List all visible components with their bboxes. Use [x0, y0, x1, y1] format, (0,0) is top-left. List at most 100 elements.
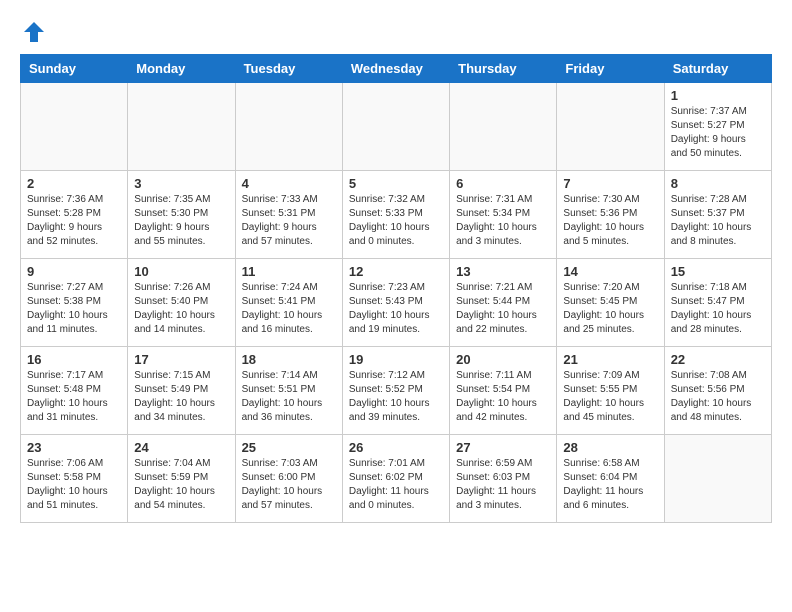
calendar-table: SundayMondayTuesdayWednesdayThursdayFrid… — [20, 54, 772, 523]
day-info: Sunrise: 7:11 AM Sunset: 5:54 PM Dayligh… — [456, 369, 550, 425]
page-header — [20, 20, 772, 44]
day-number: 7 — [563, 176, 657, 191]
logo-icon — [22, 20, 46, 44]
calendar-cell: 14 Sunrise: 7:20 AM Sunset: 5:45 PM Dayli… — [557, 259, 664, 347]
day-info: Sunrise: 7:27 AM Sunset: 5:38 PM Dayligh… — [27, 281, 121, 337]
day-info: Sunrise: 7:36 AM Sunset: 5:28 PM Dayligh… — [27, 193, 121, 249]
day-info: Sunrise: 7:08 AM Sunset: 5:56 PM Dayligh… — [671, 369, 765, 425]
calendar-cell: 9 Sunrise: 7:27 AM Sunset: 5:38 PM Daylig… — [21, 259, 128, 347]
day-number: 1 — [671, 88, 765, 103]
day-number: 24 — [134, 440, 228, 455]
week-row-1: 1 Sunrise: 7:37 AM Sunset: 5:27 PM Daylig… — [21, 83, 772, 171]
weekday-header-row: SundayMondayTuesdayWednesdayThursdayFrid… — [21, 55, 772, 83]
calendar-cell: 13 Sunrise: 7:21 AM Sunset: 5:44 PM Dayli… — [450, 259, 557, 347]
calendar-cell — [557, 83, 664, 171]
calendar-cell: 12 Sunrise: 7:23 AM Sunset: 5:43 PM Dayli… — [342, 259, 449, 347]
day-number: 15 — [671, 264, 765, 279]
weekday-header-sunday: Sunday — [21, 55, 128, 83]
calendar-cell — [128, 83, 235, 171]
day-info: Sunrise: 7:32 AM Sunset: 5:33 PM Dayligh… — [349, 193, 443, 249]
day-info: Sunrise: 7:18 AM Sunset: 5:47 PM Dayligh… — [671, 281, 765, 337]
calendar-cell: 15 Sunrise: 7:18 AM Sunset: 5:47 PM Dayli… — [664, 259, 771, 347]
day-info: Sunrise: 7:20 AM Sunset: 5:45 PM Dayligh… — [563, 281, 657, 337]
calendar-cell: 6 Sunrise: 7:31 AM Sunset: 5:34 PM Daylig… — [450, 171, 557, 259]
logo — [20, 20, 46, 44]
day-number: 13 — [456, 264, 550, 279]
calendar-cell: 25Sunrise: 7:03 AM Sunset: 6:00 PM Dayli… — [235, 435, 342, 523]
day-number: 10 — [134, 264, 228, 279]
calendar-cell: 5 Sunrise: 7:32 AM Sunset: 5:33 PM Daylig… — [342, 171, 449, 259]
weekday-header-friday: Friday — [557, 55, 664, 83]
week-row-5: 23Sunrise: 7:06 AM Sunset: 5:58 PM Dayli… — [21, 435, 772, 523]
day-number: 4 — [242, 176, 336, 191]
day-info: Sunrise: 7:23 AM Sunset: 5:43 PM Dayligh… — [349, 281, 443, 337]
day-info: Sunrise: 7:24 AM Sunset: 5:41 PM Dayligh… — [242, 281, 336, 337]
day-number: 23 — [27, 440, 121, 455]
day-info: Sunrise: 7:30 AM Sunset: 5:36 PM Dayligh… — [563, 193, 657, 249]
day-info: Sunrise: 7:15 AM Sunset: 5:49 PM Dayligh… — [134, 369, 228, 425]
day-info: Sunrise: 7:33 AM Sunset: 5:31 PM Dayligh… — [242, 193, 336, 249]
calendar-cell: 18Sunrise: 7:14 AM Sunset: 5:51 PM Dayli… — [235, 347, 342, 435]
calendar-cell: 26 Sunrise: 7:01 AM Sunset: 6:02 PM Dayli… — [342, 435, 449, 523]
week-row-4: 16Sunrise: 7:17 AM Sunset: 5:48 PM Dayli… — [21, 347, 772, 435]
day-number: 11 — [242, 264, 336, 279]
day-info: Sunrise: 6:59 AM Sunset: 6:03 PM Dayligh… — [456, 457, 550, 513]
calendar-cell: 11 Sunrise: 7:24 AM Sunset: 5:41 PM Dayli… — [235, 259, 342, 347]
day-number: 2 — [27, 176, 121, 191]
calendar-cell — [450, 83, 557, 171]
calendar-cell: 28 Sunrise: 6:58 AM Sunset: 6:04 PM Dayli… — [557, 435, 664, 523]
calendar-cell: 16Sunrise: 7:17 AM Sunset: 5:48 PM Dayli… — [21, 347, 128, 435]
day-number: 22 — [671, 352, 765, 367]
day-info: Sunrise: 7:14 AM Sunset: 5:51 PM Dayligh… — [242, 369, 336, 425]
day-number: 16 — [27, 352, 121, 367]
calendar-cell: 10 Sunrise: 7:26 AM Sunset: 5:40 PM Dayli… — [128, 259, 235, 347]
week-row-2: 2 Sunrise: 7:36 AM Sunset: 5:28 PM Daylig… — [21, 171, 772, 259]
calendar-cell: 27 Sunrise: 6:59 AM Sunset: 6:03 PM Dayli… — [450, 435, 557, 523]
day-number: 5 — [349, 176, 443, 191]
day-number: 9 — [27, 264, 121, 279]
day-info: Sunrise: 7:31 AM Sunset: 5:34 PM Dayligh… — [456, 193, 550, 249]
day-info: Sunrise: 7:03 AM Sunset: 6:00 PM Dayligh… — [242, 457, 336, 513]
calendar-cell — [664, 435, 771, 523]
weekday-header-tuesday: Tuesday — [235, 55, 342, 83]
day-info: Sunrise: 7:12 AM Sunset: 5:52 PM Dayligh… — [349, 369, 443, 425]
weekday-header-thursday: Thursday — [450, 55, 557, 83]
day-number: 12 — [349, 264, 443, 279]
day-number: 28 — [563, 440, 657, 455]
day-number: 6 — [456, 176, 550, 191]
calendar-cell: 7 Sunrise: 7:30 AM Sunset: 5:36 PM Daylig… — [557, 171, 664, 259]
day-number: 20 — [456, 352, 550, 367]
calendar-cell: 8Sunrise: 7:28 AM Sunset: 5:37 PM Daylig… — [664, 171, 771, 259]
day-info: Sunrise: 7:01 AM Sunset: 6:02 PM Dayligh… — [349, 457, 443, 513]
day-number: 21 — [563, 352, 657, 367]
week-row-3: 9 Sunrise: 7:27 AM Sunset: 5:38 PM Daylig… — [21, 259, 772, 347]
day-info: Sunrise: 7:35 AM Sunset: 5:30 PM Dayligh… — [134, 193, 228, 249]
weekday-header-wednesday: Wednesday — [342, 55, 449, 83]
day-info: Sunrise: 7:09 AM Sunset: 5:55 PM Dayligh… — [563, 369, 657, 425]
calendar-cell: 19 Sunrise: 7:12 AM Sunset: 5:52 PM Dayli… — [342, 347, 449, 435]
day-number: 19 — [349, 352, 443, 367]
calendar-cell: 1 Sunrise: 7:37 AM Sunset: 5:27 PM Daylig… — [664, 83, 771, 171]
day-info: Sunrise: 7:21 AM Sunset: 5:44 PM Dayligh… — [456, 281, 550, 337]
day-info: Sunrise: 7:37 AM Sunset: 5:27 PM Dayligh… — [671, 105, 765, 161]
calendar-cell — [235, 83, 342, 171]
calendar-cell: 2 Sunrise: 7:36 AM Sunset: 5:28 PM Daylig… — [21, 171, 128, 259]
day-info: Sunrise: 7:04 AM Sunset: 5:59 PM Dayligh… — [134, 457, 228, 513]
day-number: 27 — [456, 440, 550, 455]
day-number: 17 — [134, 352, 228, 367]
day-number: 26 — [349, 440, 443, 455]
calendar-cell: 3 Sunrise: 7:35 AM Sunset: 5:30 PM Daylig… — [128, 171, 235, 259]
calendar-cell: 24 Sunrise: 7:04 AM Sunset: 5:59 PM Dayli… — [128, 435, 235, 523]
day-number: 3 — [134, 176, 228, 191]
calendar-cell — [342, 83, 449, 171]
calendar-cell — [21, 83, 128, 171]
weekday-header-saturday: Saturday — [664, 55, 771, 83]
calendar-cell: 20 Sunrise: 7:11 AM Sunset: 5:54 PM Dayli… — [450, 347, 557, 435]
calendar-cell: 21 Sunrise: 7:09 AM Sunset: 5:55 PM Dayli… — [557, 347, 664, 435]
calendar-cell: 22 Sunrise: 7:08 AM Sunset: 5:56 PM Dayli… — [664, 347, 771, 435]
calendar-cell: 17 Sunrise: 7:15 AM Sunset: 5:49 PM Dayli… — [128, 347, 235, 435]
day-info: Sunrise: 6:58 AM Sunset: 6:04 PM Dayligh… — [563, 457, 657, 513]
day-number: 14 — [563, 264, 657, 279]
day-info: Sunrise: 7:26 AM Sunset: 5:40 PM Dayligh… — [134, 281, 228, 337]
calendar-cell: 4 Sunrise: 7:33 AM Sunset: 5:31 PM Daylig… — [235, 171, 342, 259]
